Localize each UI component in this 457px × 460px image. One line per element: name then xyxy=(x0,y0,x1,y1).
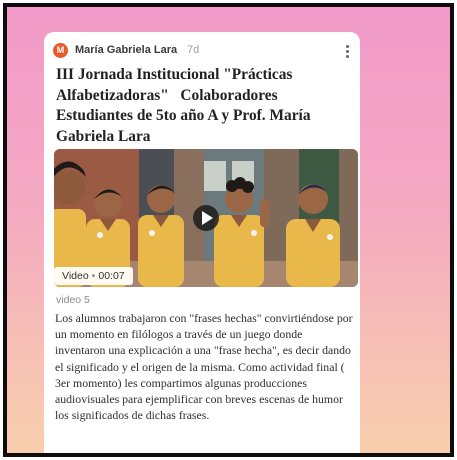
video-duration-badge: Video • 00:07 xyxy=(54,267,133,285)
video-duration: 00:07 xyxy=(98,270,125,282)
post-title: III Jornada Institucional "Prácticas Alf… xyxy=(56,66,315,145)
window-glass xyxy=(204,161,226,191)
post-age: 7d xyxy=(187,44,200,56)
post-header: M María Gabriela Lara 7d xyxy=(53,43,352,59)
video-separator: • xyxy=(91,270,96,282)
video-label: Video xyxy=(62,270,89,282)
post-body: Los alumnos trabajaron con "frases hecha… xyxy=(55,311,353,423)
post-card[interactable]: M María Gabriela Lara 7d III Jornada Ins… xyxy=(44,32,360,453)
play-icon[interactable] xyxy=(193,205,219,231)
screenshot-frame: M María Gabriela Lara 7d III Jornada Ins… xyxy=(3,3,454,457)
video-caption: video 5 xyxy=(56,294,90,306)
avatar[interactable]: M xyxy=(53,43,68,58)
author-name[interactable]: María Gabriela Lara xyxy=(75,44,177,56)
more-options-icon[interactable] xyxy=(342,43,352,59)
